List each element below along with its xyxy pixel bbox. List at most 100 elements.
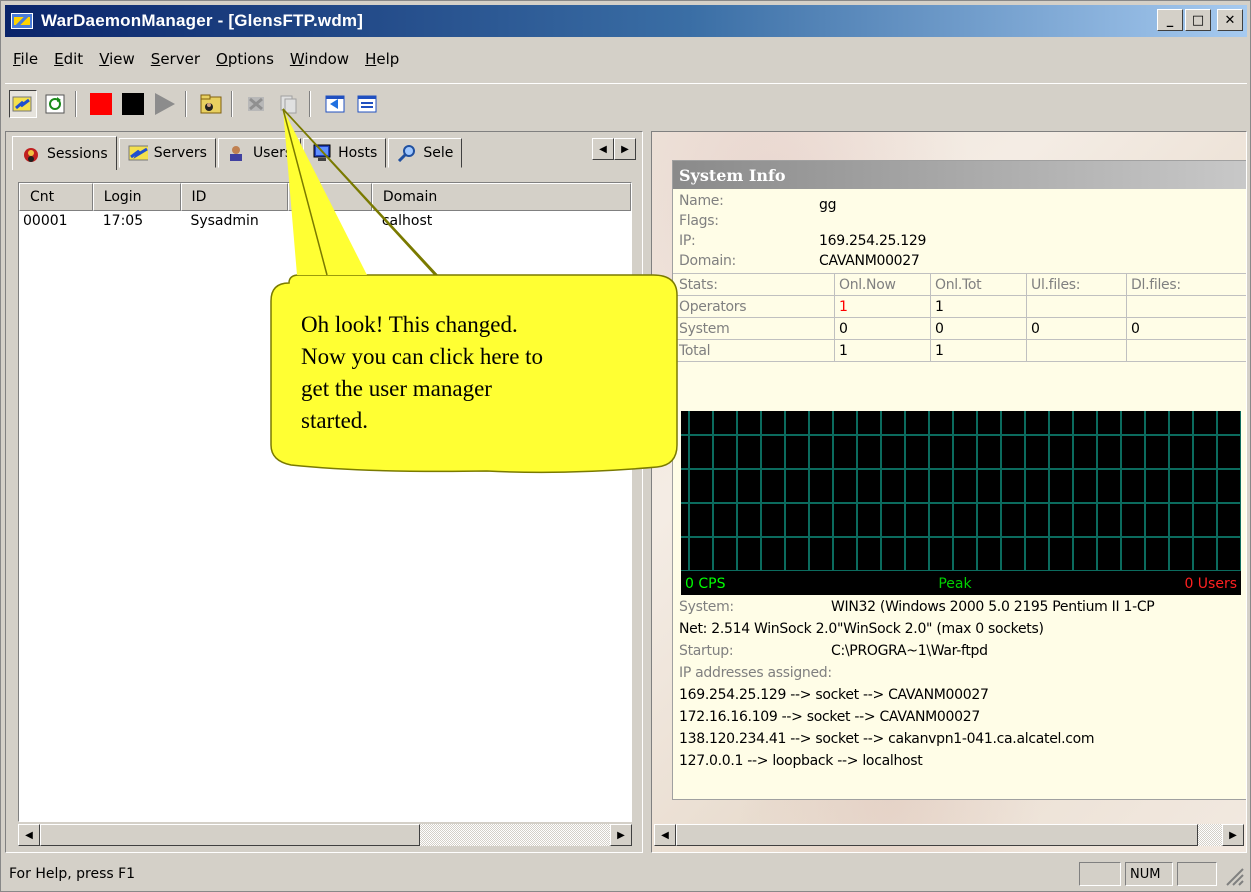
name-label: Name: xyxy=(679,193,724,209)
maximize-icon: □ xyxy=(1191,12,1205,28)
stats-onl-now-header: Onl.Now xyxy=(835,274,931,295)
play-icon xyxy=(155,92,175,115)
arrow-left-icon: ◀ xyxy=(661,829,669,841)
menu-window[interactable]: Window xyxy=(282,50,357,68)
tab-sessions-label: Sessions xyxy=(47,145,108,162)
app-icon[interactable] xyxy=(11,10,35,32)
scroll-track[interactable] xyxy=(420,824,610,846)
title-bar[interactable]: WarDaemonManager - [GlensFTP.wdm] _ □ ✕ xyxy=(5,5,1247,37)
ip-line: 169.254.25.129 --> socket --> CAVANM0002… xyxy=(679,687,989,703)
tab-servers-label: Servers xyxy=(153,145,207,161)
status-help-text: For Help, press F1 xyxy=(9,866,136,882)
ip-line: 172.16.16.109 --> socket --> CAVANM00027 xyxy=(679,709,980,725)
stats-table: Stats: Onl.Now Onl.Tot Ul.files: Dl.file… xyxy=(673,273,1246,362)
arrow-right-icon: ▶ xyxy=(617,829,625,841)
scroll-thumb[interactable] xyxy=(40,824,420,846)
network-icon xyxy=(248,96,264,111)
menu-bar: File Edit View Server Options Window Hel… xyxy=(5,45,407,73)
ip-assigned-label: IP addresses assigned: xyxy=(679,665,832,681)
column-header-login[interactable]: Login xyxy=(92,183,181,211)
system-info-title: System Info xyxy=(673,161,1246,189)
refresh-button[interactable] xyxy=(41,90,69,118)
arrow-right-icon: ▶ xyxy=(1229,829,1237,841)
stop-black-icon xyxy=(122,92,144,115)
traffic-graph-grid xyxy=(681,411,1242,572)
ip-value: 169.254.25.129 xyxy=(819,233,927,249)
traffic-graph: 0 CPS Peak 0 Users xyxy=(681,411,1242,595)
net-line: Net: 2.514 WinSock 2.0"WinSock 2.0" (max… xyxy=(679,621,1044,637)
stats-header-row: Stats: Onl.Now Onl.Tot Ul.files: Dl.file… xyxy=(673,274,1246,296)
halt-button[interactable] xyxy=(119,90,147,118)
users-icon xyxy=(229,146,242,161)
toggle-server-button[interactable] xyxy=(9,89,37,118)
stop-button[interactable] xyxy=(87,90,115,118)
users-label: 0 Users xyxy=(1184,576,1237,592)
menu-view[interactable]: View xyxy=(91,50,143,68)
close-icon: ✕ xyxy=(1224,12,1236,28)
close-button[interactable]: ✕ xyxy=(1217,9,1243,31)
domain-label: Domain: xyxy=(679,253,736,269)
scroll-right-button[interactable]: ▶ xyxy=(610,824,632,846)
stats-label: Stats: xyxy=(673,274,835,295)
stop-red-icon xyxy=(90,92,112,115)
system-info-panel: System Info Name: gg Flags: IP: 169.254.… xyxy=(672,160,1246,800)
refresh-icon xyxy=(45,94,65,113)
resize-grip-icon[interactable] xyxy=(1219,861,1247,887)
peak-label: Peak xyxy=(938,576,972,592)
sessions-icon xyxy=(24,147,38,162)
arrow-left-icon: ◀ xyxy=(25,829,33,841)
scroll-left-button[interactable]: ◀ xyxy=(18,824,40,846)
system-info-pane: System Info Name: gg Flags: IP: 169.254.… xyxy=(651,131,1247,853)
maximize-button[interactable]: □ xyxy=(1185,9,1211,31)
main-window: WarDaemonManager - [GlensFTP.wdm] _ □ ✕ … xyxy=(0,0,1251,892)
name-value: gg xyxy=(819,197,837,213)
status-panel-empty xyxy=(1177,862,1217,886)
system-value: WIN32 (Windows 2000 5.0 2195 Pentium II … xyxy=(831,599,1155,615)
lightning-icon xyxy=(12,96,32,111)
system-info-hscrollbar[interactable]: ◀ ▶ xyxy=(654,824,1244,846)
status-num-indicator: NUM xyxy=(1125,862,1173,886)
menu-file[interactable]: File xyxy=(5,50,46,68)
servers-icon xyxy=(128,145,148,161)
ip-line: 138.120.234.41 --> socket --> cakanvpn1-… xyxy=(679,731,1095,747)
user-manager-button[interactable] xyxy=(197,90,225,118)
minimize-icon: _ xyxy=(1166,12,1174,28)
scroll-left-button[interactable]: ◀ xyxy=(654,824,676,846)
scroll-right-button[interactable]: ▶ xyxy=(1222,824,1244,846)
toolbar-separator xyxy=(185,90,187,117)
ip-label: IP: xyxy=(679,233,696,249)
toolbar-separator xyxy=(75,90,77,117)
system-label: System: xyxy=(679,599,734,615)
callout-text: Oh look! This changed. Now you can click… xyxy=(301,312,544,433)
cell-login: 17:05 xyxy=(102,213,144,229)
stats-row-operators: Operators 1 1 xyxy=(673,296,1246,318)
window-title: WarDaemonManager - [GlensFTP.wdm] xyxy=(41,11,364,30)
startup-value: C:\PROGRA~1\War-ftpd xyxy=(831,643,988,659)
sessions-hscrollbar[interactable]: ◀ ▶ xyxy=(18,824,632,846)
status-bar: For Help, press F1 NUM xyxy=(5,859,1247,889)
ip-line: 127.0.0.1 --> loopback --> localhost xyxy=(679,753,923,769)
user-manager-icon xyxy=(200,94,222,113)
scroll-thumb[interactable] xyxy=(676,824,1198,846)
stats-onl-tot-header: Onl.Tot xyxy=(931,274,1027,295)
menu-edit[interactable]: Edit xyxy=(46,50,91,68)
stats-row-system: System 0 0 0 0 xyxy=(673,318,1246,340)
status-panel-empty xyxy=(1079,862,1121,886)
stats-dl-files-header: Dl.files: xyxy=(1131,276,1181,293)
toolbar-separator xyxy=(231,90,233,117)
startup-label: Startup: xyxy=(679,643,734,659)
cps-label: 0 CPS xyxy=(685,576,726,592)
start-button[interactable] xyxy=(151,90,179,118)
tab-sessions[interactable]: Sessions xyxy=(12,136,117,170)
menu-options[interactable]: Options xyxy=(208,50,282,68)
column-header-cnt[interactable]: Cnt xyxy=(19,183,93,211)
domain-value: CAVANM00027 xyxy=(819,253,920,269)
flags-label: Flags: xyxy=(679,213,719,229)
tab-servers[interactable]: Servers xyxy=(118,138,216,168)
menu-help[interactable]: Help xyxy=(357,50,407,68)
minimize-button[interactable]: _ xyxy=(1157,9,1183,31)
cell-cnt: 00001 xyxy=(23,213,68,229)
menu-server[interactable]: Server xyxy=(143,50,208,68)
stats-row-total: Total 1 1 xyxy=(673,340,1246,362)
scroll-track[interactable] xyxy=(1198,824,1222,846)
